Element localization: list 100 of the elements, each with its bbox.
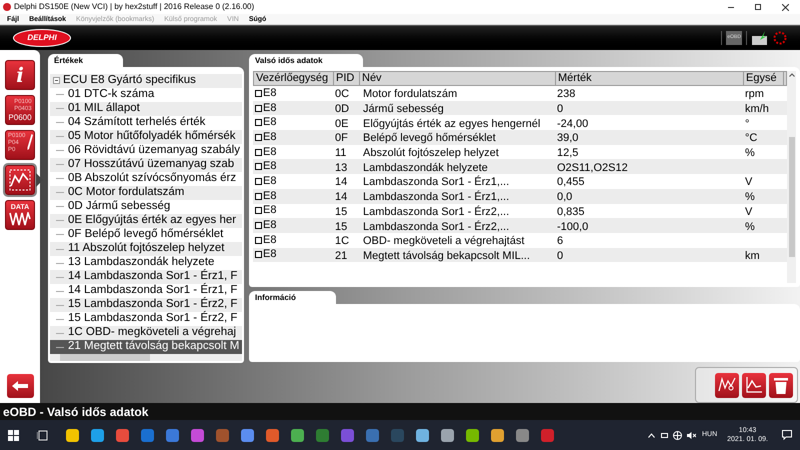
row-checkbox[interactable] <box>255 119 262 126</box>
row-checkbox[interactable] <box>255 104 262 112</box>
row-checkbox[interactable] <box>255 192 262 200</box>
taskbar-app-icon[interactable] <box>441 428 454 442</box>
code-label: P0600 <box>8 112 32 122</box>
graph-button[interactable] <box>742 372 766 398</box>
table-cell: 21 <box>335 250 348 262</box>
taskbar-app-icon[interactable] <box>516 428 529 442</box>
table-cell: E8 <box>263 88 276 99</box>
globe-icon[interactable] <box>672 430 682 440</box>
row-checkbox[interactable] <box>255 222 262 230</box>
vertical-scrollbar[interactable] <box>787 71 796 283</box>
trash-icon <box>774 376 788 394</box>
taskbar-app-icon[interactable] <box>66 428 79 442</box>
tree-item[interactable]: 06 Rövidtávú üzemanyag szabály <box>68 145 240 157</box>
table-cell: 15 <box>335 220 348 233</box>
table-cell: V <box>745 176 752 188</box>
horizontal-scrollbar[interactable] <box>50 354 242 362</box>
sidebar-tool-button[interactable] <box>5 165 35 195</box>
task-view-icon[interactable] <box>37 430 48 440</box>
table-cell: 6 <box>557 235 564 248</box>
table-cell: E8 <box>263 190 276 202</box>
windows-start-icon[interactable] <box>8 430 19 440</box>
scroll-up-icon[interactable] <box>788 73 794 77</box>
table-cell: 14 <box>335 176 348 188</box>
table-cell: Lambdaszonda Sor1 - Érz1,... <box>363 176 510 188</box>
table-cell: Lambdaszonda Sor1 - Érz2,... <box>363 220 510 233</box>
column-header[interactable]: Mérték <box>556 72 744 85</box>
table-cell: rpm <box>745 88 764 100</box>
pointer-icon <box>36 173 43 187</box>
taskbar-app-icon[interactable] <box>116 428 129 442</box>
close-icon[interactable] <box>782 4 789 10</box>
tree-item[interactable]: 15 Lambdaszonda Sor1 - Érz2, F <box>68 313 238 325</box>
sidebar-tool-button[interactable]: i <box>5 60 35 90</box>
tree-item[interactable]: 14 Lambdaszonda Sor1 - Érz1, F <box>68 285 238 297</box>
taskbar-app-icon[interactable] <box>91 428 104 442</box>
table-cell: O2S11,O2S12 <box>557 162 628 174</box>
brand-logo: DELPHI <box>13 29 71 47</box>
row-checkbox[interactable] <box>255 251 262 258</box>
collapse-icon[interactable] <box>53 77 60 84</box>
row-checkbox[interactable] <box>255 90 262 97</box>
table-cell: km/h <box>745 103 769 116</box>
table-cell: % <box>745 147 755 160</box>
row-checkbox[interactable] <box>255 207 262 214</box>
table-cell: 0 <box>557 250 564 262</box>
taskbar-app-icon[interactable] <box>491 428 504 442</box>
table-cell: 0C <box>335 88 350 100</box>
minimize-icon[interactable] <box>728 6 734 8</box>
table-cell: OBD- megköveteli a végrehajtást <box>363 235 524 248</box>
tree-item[interactable]: 0F Belépő levegő hőmérséklet <box>68 229 224 241</box>
row-checkbox[interactable] <box>255 134 262 141</box>
taskbar-app-icon[interactable] <box>416 428 429 442</box>
delete-button[interactable] <box>769 372 793 398</box>
table-cell: % <box>745 191 755 204</box>
table-cell: °C <box>745 132 758 144</box>
taskbar-app-icon[interactable] <box>191 428 204 442</box>
column-header[interactable]: Vezérlőegység <box>254 72 334 85</box>
column-header[interactable]: Név <box>360 72 556 85</box>
table-cell: % <box>745 220 755 233</box>
taskbar-app-icon[interactable] <box>266 428 279 442</box>
column-header[interactable]: Egysé <box>744 72 784 85</box>
table-cell: 0 <box>557 103 564 116</box>
taskbar-app-icon[interactable] <box>291 428 304 442</box>
tree-item[interactable]: 0D Jármű sebesség <box>68 201 170 213</box>
table-cell: 238 <box>557 88 576 100</box>
table-cell: E8 <box>263 176 276 187</box>
notification-icon[interactable] <box>782 430 792 440</box>
connection-indicator-icon <box>773 31 787 45</box>
battery-icon[interactable] <box>660 432 668 438</box>
row-checkbox[interactable] <box>255 236 262 244</box>
table-cell: 0,835 <box>557 206 585 218</box>
row-checkbox[interactable] <box>255 148 262 156</box>
table-cell: E8 <box>263 146 276 158</box>
table-cell: E8 <box>263 102 276 114</box>
table-cell: Abszolút fojtószelep helyzet <box>363 147 499 160</box>
back-button[interactable] <box>6 374 34 398</box>
row-checkbox[interactable] <box>255 178 262 185</box>
status-text: eOBD - Valsó idős adatok <box>3 406 148 418</box>
tree-item[interactable]: 13 Lambdaszondák helyzete <box>68 257 214 269</box>
taskbar-app-icon[interactable] <box>466 428 479 442</box>
tree-item[interactable]: 04 Számított terhelés érték <box>68 116 206 128</box>
app-icon <box>3 3 11 11</box>
tree-item[interactable]: 0B Abszolút szívócsőnyomás érz <box>68 173 236 185</box>
table-cell: V <box>745 206 752 218</box>
speaker-muted-icon[interactable] <box>686 430 696 440</box>
column-header[interactable]: PID <box>334 72 360 85</box>
table-cell: 15 <box>335 206 348 218</box>
table-cell: Jármű sebesség <box>363 103 444 116</box>
tray-chevron-icon[interactable] <box>648 432 655 438</box>
units-graph-button[interactable] <box>715 372 739 398</box>
tree-item[interactable]: 01 DTC-k száma <box>68 88 154 100</box>
table-cell: -24,00 <box>557 118 588 130</box>
maximize-icon[interactable] <box>755 4 761 10</box>
table-cell: E8 <box>263 234 276 246</box>
table-cell: Előgyújtás érték az egyes hengernél <box>363 118 540 130</box>
taskbar-app-icon[interactable] <box>241 428 254 442</box>
table-cell: E8 <box>263 117 276 128</box>
table-cell: 0F <box>335 132 348 144</box>
table-cell: 0,0 <box>557 191 572 204</box>
row-checkbox[interactable] <box>255 163 262 170</box>
